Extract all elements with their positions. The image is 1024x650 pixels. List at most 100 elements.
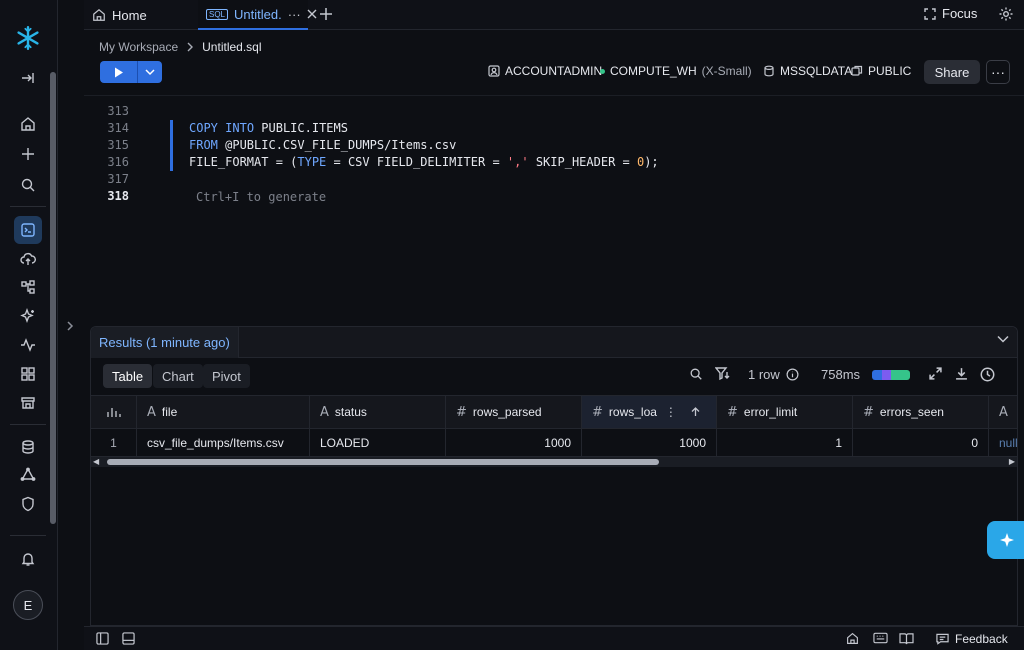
breadcrumb-file[interactable]: Untitled.sql (202, 40, 261, 54)
governance-shield-icon[interactable] (14, 490, 42, 518)
tab-untitled-sql[interactable]: SQL Untitled. ··· (198, 0, 317, 30)
create-icon[interactable] (14, 140, 42, 168)
documentation-book-icon[interactable] (899, 632, 914, 645)
monitoring-icon[interactable] (14, 331, 42, 359)
column-header-errors-seen[interactable]: # errors_seen (853, 396, 989, 428)
view-table-button[interactable]: Table (103, 364, 153, 388)
sparkle-icon (999, 532, 1015, 548)
sql-file-icon: SQL (206, 8, 229, 20)
sidebar-scrollbar[interactable] (50, 72, 56, 524)
ai-sparkle-icon[interactable] (14, 302, 42, 330)
line-number: 315 (107, 138, 129, 152)
code-line-314[interactable]: COPY INTO PUBLIC.ITEMS (189, 121, 348, 135)
warehouse-selector[interactable]: COMPUTE_WH (X-Small) (600, 64, 752, 78)
table-row[interactable]: 1 csv_file_dumps/Items.csv LOADED 1000 1… (91, 429, 1017, 457)
worksheets-icon[interactable] (14, 216, 42, 244)
run-options-dropdown[interactable] (138, 61, 162, 83)
share-button[interactable]: Share (924, 60, 980, 84)
data-upload-icon[interactable] (14, 245, 42, 273)
notifications-bell-icon[interactable] (14, 545, 42, 573)
search-results-icon[interactable] (689, 367, 703, 381)
cell-next[interactable]: null (989, 429, 1017, 456)
toggle-results-icon[interactable] (122, 632, 135, 645)
projects-icon[interactable] (14, 273, 42, 301)
column-header-file[interactable]: Afile (137, 396, 310, 428)
column-stats-icon[interactable] (91, 396, 137, 428)
settings-gear-icon[interactable] (998, 6, 1014, 22)
cell-error-limit[interactable]: 1 (717, 429, 853, 456)
marketplace-icon[interactable] (14, 389, 42, 417)
data-sharing-icon[interactable] (14, 461, 42, 489)
cell-file[interactable]: csv_file_dumps/Items.csv (137, 429, 310, 456)
warehouse-label: COMPUTE_WH (610, 64, 697, 78)
sort-asc-icon[interactable] (691, 407, 700, 417)
history-clock-icon[interactable] (980, 367, 995, 382)
more-options-button[interactable]: ··· (986, 60, 1010, 84)
scroll-right-arrow-icon[interactable]: ▶ (1009, 457, 1015, 466)
view-pivot-button[interactable]: Pivot (203, 364, 250, 388)
focus-button[interactable]: Focus (924, 6, 977, 21)
database-icon (763, 65, 775, 77)
code-line-315[interactable]: FROM @PUBLIC.CSV_FILE_DUMPS/Items.csv (189, 138, 456, 152)
user-avatar[interactable]: E (13, 590, 43, 620)
ai-assistant-fab[interactable] (987, 521, 1024, 559)
cell-errors-seen[interactable]: 0 (853, 429, 989, 456)
line-number: 316 (107, 155, 129, 169)
results-tab[interactable]: Results (1 minute ago) (91, 327, 239, 358)
scroll-left-arrow-icon[interactable]: ◀ (93, 457, 99, 466)
column-header-rows-loaded[interactable]: # rows_load ⋮ (582, 396, 717, 428)
horizontal-scrollbar[interactable]: ◀ ▶ (91, 457, 1017, 467)
cell-status[interactable]: LOADED (310, 429, 446, 456)
scrollbar-thumb[interactable] (107, 459, 659, 465)
avatar-initial: E (23, 597, 33, 613)
column-name: error_limit (743, 405, 798, 419)
query-duration[interactable]: 758ms (821, 367, 911, 382)
expand-sidebar-icon[interactable] (14, 64, 42, 92)
row-count: 1 row (748, 367, 780, 382)
column-header-rows-parsed[interactable]: # rows_parsed (446, 396, 582, 428)
snowflake-logo-icon[interactable] (14, 24, 42, 52)
column-menu-icon[interactable]: ⋮ (665, 405, 677, 419)
cell-rows-loaded[interactable]: 1000 (582, 429, 717, 456)
database-icon[interactable] (14, 433, 42, 461)
home-icon[interactable] (846, 632, 859, 645)
row-count-info: 1 row (748, 367, 799, 382)
schema-selector[interactable]: PUBLIC (851, 64, 911, 78)
feedback-icon (936, 633, 949, 645)
tab-more-icon[interactable]: ··· (288, 7, 301, 22)
collapse-results-chevron-icon[interactable] (997, 335, 1009, 343)
catalog-icon[interactable] (14, 360, 42, 388)
new-tab-plus-icon[interactable] (316, 4, 336, 24)
download-icon[interactable] (955, 367, 968, 380)
database-selector[interactable]: MSSQLDATA (763, 64, 852, 78)
column-header-status[interactable]: Astatus (310, 396, 446, 428)
column-header-error-limit[interactable]: # error_limit (717, 396, 853, 428)
schema-icon (851, 65, 863, 77)
home-icon[interactable] (14, 110, 42, 138)
search-icon[interactable] (14, 171, 42, 199)
collapse-panel-chevron-icon[interactable] (60, 316, 80, 336)
line-number: 314 (107, 121, 129, 135)
breadcrumb-workspace[interactable]: My Workspace (99, 40, 178, 54)
feedback-button[interactable]: Feedback (936, 632, 1008, 646)
tab-active-label: Untitled. (234, 6, 282, 22)
sql-editor[interactable]: 313 314 315 316 317 318 COPY INTO PUBLIC… (84, 95, 1024, 325)
tab-home[interactable]: Home (84, 0, 196, 30)
cell-rows-parsed[interactable]: 1000 (446, 429, 582, 456)
database-label: MSSQLDATA (780, 64, 853, 78)
column-header-next[interactable]: A (989, 396, 1017, 428)
keyboard-shortcuts-icon[interactable] (873, 632, 888, 644)
text-type-icon: A (147, 404, 156, 420)
filter-columns-icon[interactable] (715, 367, 731, 381)
toggle-sidebar-icon[interactable] (96, 632, 109, 645)
info-icon[interactable] (786, 368, 799, 381)
code-line-316[interactable]: FILE_FORMAT = (TYPE = CSV FIELD_DELIMITE… (189, 155, 659, 169)
view-chart-button[interactable]: Chart (153, 364, 203, 388)
main-area: Home SQL Untitled. ··· Focus My Workspac… (84, 0, 1024, 650)
run-button[interactable] (100, 61, 138, 83)
statement-marker (170, 120, 173, 171)
code-text: FILE_FORMAT = ( (189, 155, 298, 169)
home-icon (92, 8, 106, 22)
role-selector[interactable]: ACCOUNTADMIN (488, 64, 602, 78)
expand-icon[interactable] (929, 367, 942, 380)
